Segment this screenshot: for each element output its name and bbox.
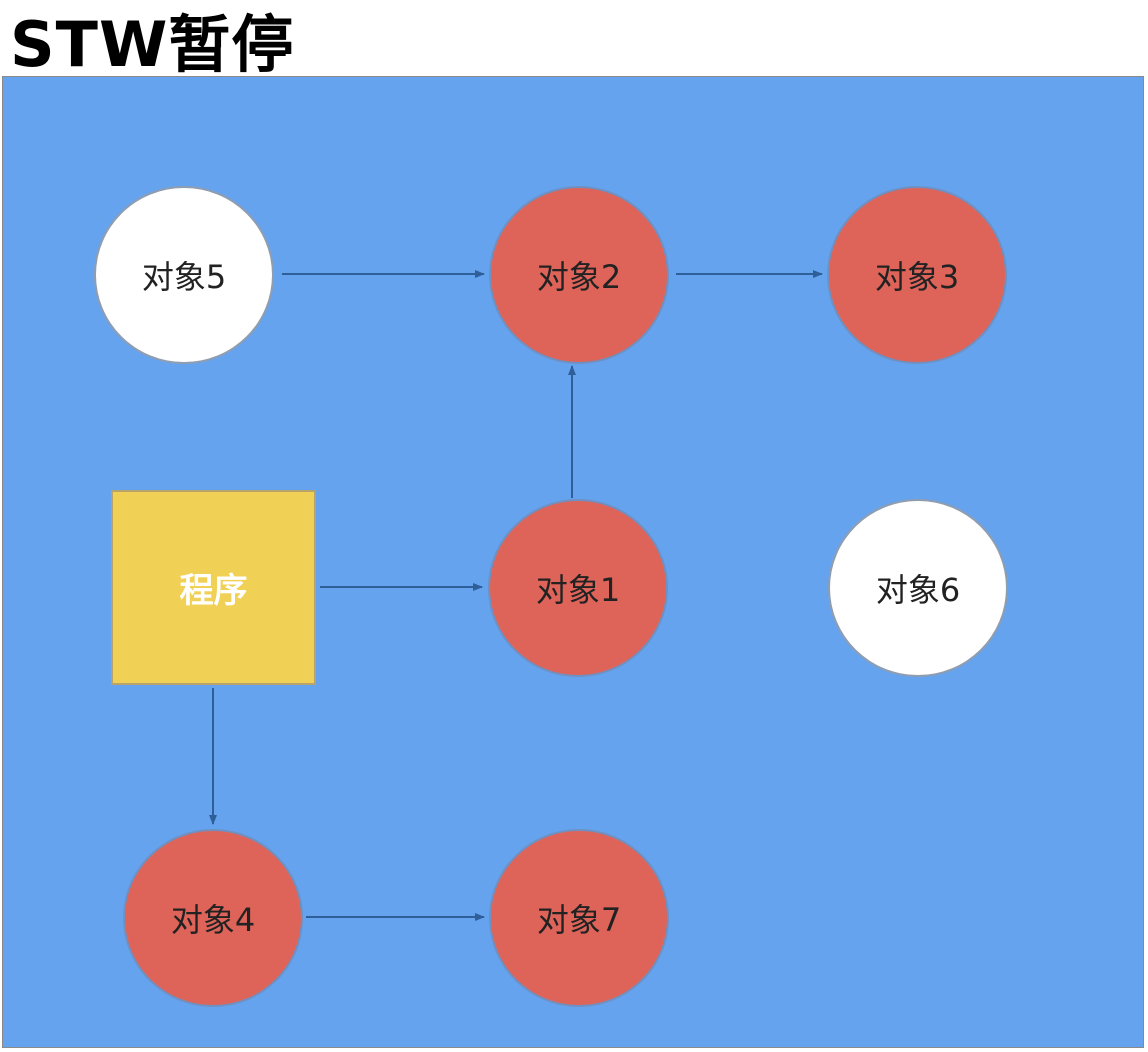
object-4-label: 对象4 bbox=[170, 901, 256, 939]
object-1-label: 对象1 bbox=[535, 571, 621, 609]
object-node-1: 对象1 bbox=[488, 499, 668, 677]
object-6-label: 对象6 bbox=[875, 571, 961, 609]
program-node: 程序 bbox=[111, 490, 316, 685]
object-7-label: 对象7 bbox=[536, 901, 622, 939]
page-title: STW暂停 bbox=[10, 8, 295, 81]
object-3-label: 对象3 bbox=[874, 258, 960, 296]
object-node-4: 对象4 bbox=[123, 829, 303, 1007]
object-5-label: 对象5 bbox=[141, 258, 227, 296]
object-node-6: 对象6 bbox=[828, 499, 1008, 677]
object-node-7: 对象7 bbox=[489, 829, 669, 1007]
object-node-2: 对象2 bbox=[489, 186, 669, 364]
object-node-3: 对象3 bbox=[827, 186, 1007, 364]
object-2-label: 对象2 bbox=[536, 258, 622, 296]
program-label: 程序 bbox=[179, 571, 248, 611]
object-node-5: 对象5 bbox=[94, 186, 274, 364]
